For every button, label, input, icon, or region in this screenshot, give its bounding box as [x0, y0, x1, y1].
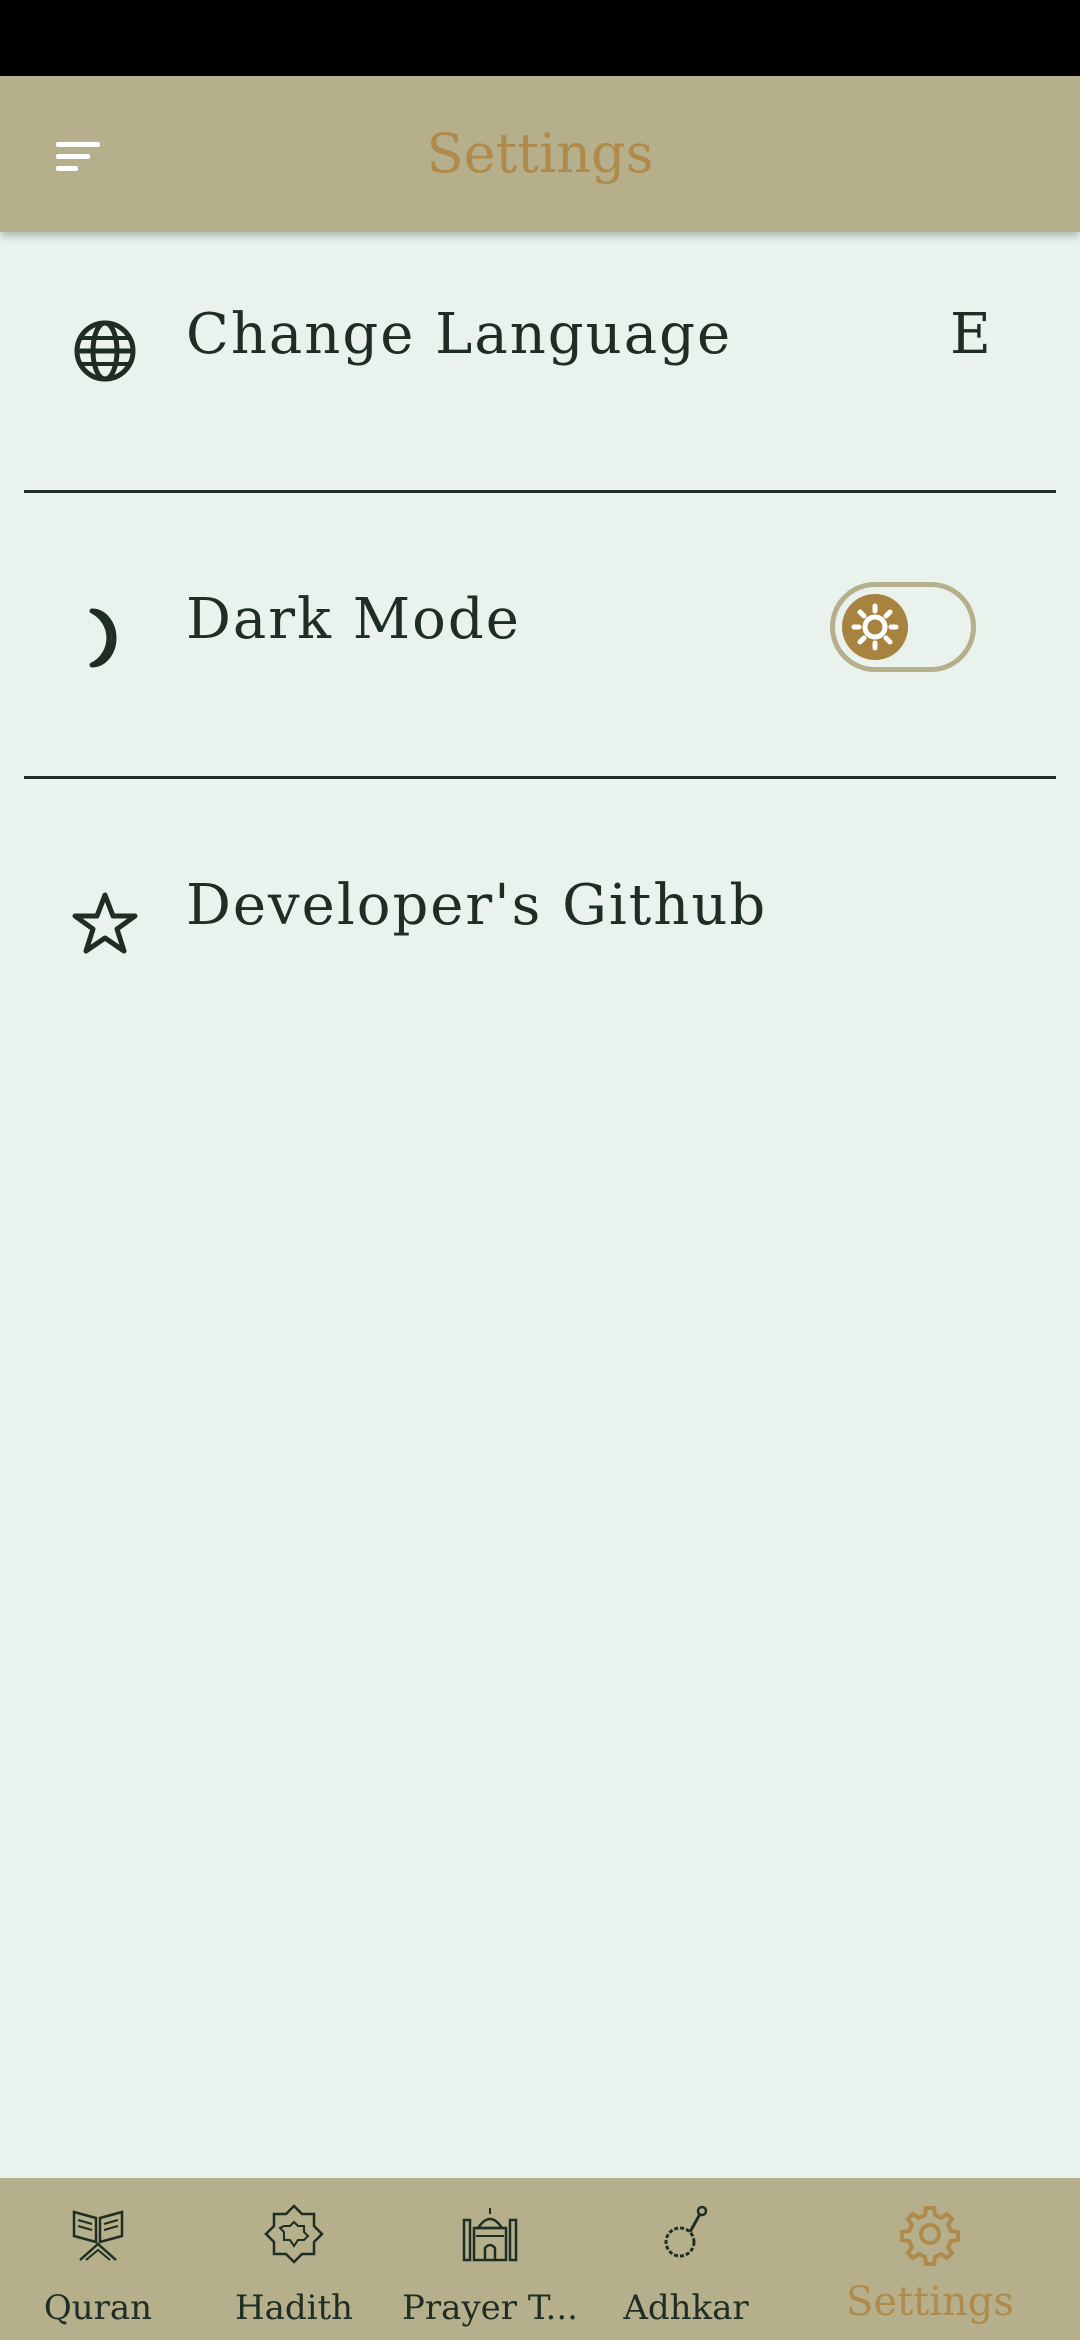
page-title: Settings	[426, 122, 654, 185]
nav-label: Settings	[846, 2279, 1014, 2325]
nav-item-hadith[interactable]: Hadith	[196, 2178, 392, 2340]
prayer-beads-icon	[664, 2205, 708, 2258]
language-value[interactable]: E	[950, 300, 991, 370]
settings-gear-icon	[900, 2206, 960, 2266]
dark-mode-toggle[interactable]	[830, 582, 976, 672]
app-bar: Settings	[0, 76, 1080, 232]
nav-item-prayer-times[interactable]: Prayer T...	[392, 2178, 588, 2340]
star-icon	[72, 892, 138, 954]
nav-item-settings[interactable]: Settings	[830, 2178, 1030, 2340]
change-language-label: Change Language	[186, 302, 733, 367]
nav-label: Quran	[43, 2288, 153, 2328]
settings-row-github[interactable]: Developer's Github	[0, 779, 1080, 1019]
toggle-knob	[842, 594, 908, 660]
bottom-nav: Quran Hadith Prayer T... Adhkar Settings	[0, 2178, 1080, 2340]
globe-icon	[74, 320, 136, 382]
quran-icon	[72, 2210, 124, 2261]
hadith-icon	[264, 2204, 324, 2264]
moon-icon	[89, 608, 117, 668]
settings-row-language[interactable]: Change Language E	[0, 232, 1080, 492]
dark-mode-label: Dark Mode	[186, 587, 521, 652]
sun-icon	[851, 603, 899, 651]
screen: Settings Change Language E Dark Mode Dev…	[0, 0, 1080, 2340]
status-bar	[0, 0, 1080, 76]
nav-item-adhkar[interactable]: Adhkar	[588, 2178, 784, 2340]
nav-item-quran[interactable]: Quran	[0, 2178, 196, 2340]
nav-label: Adhkar	[623, 2288, 749, 2328]
nav-label: Prayer T...	[402, 2288, 578, 2328]
developer-github-label: Developer's Github	[186, 873, 768, 938]
nav-label: Hadith	[234, 2288, 354, 2328]
mosque-icon	[462, 2208, 518, 2262]
